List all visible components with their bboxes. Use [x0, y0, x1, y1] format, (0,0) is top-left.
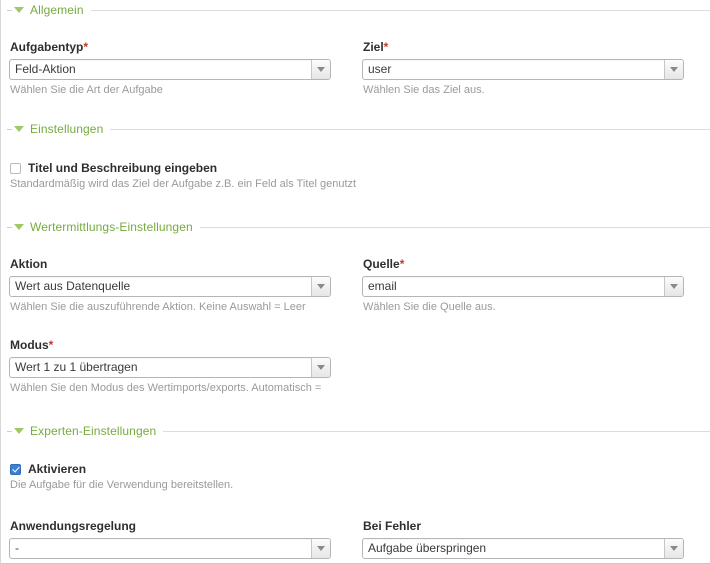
select-value-aufgabentyp: Feld-Aktion [15, 62, 76, 76]
legend-divider [90, 9, 710, 11]
checkbox-titel-beschreibung[interactable] [10, 162, 21, 174]
label-text: Quelle [363, 257, 400, 271]
field-label-modus: Modus* [10, 338, 331, 352]
chevron-down-icon[interactable] [14, 428, 24, 434]
field-hint-modus: Wählen Sie den Modus des Wertimports/exp… [10, 382, 322, 394]
field-label-bei-fehler: Bei Fehler [363, 519, 422, 533]
chevron-down-icon [317, 284, 325, 289]
legend-dash [7, 9, 12, 11]
legend-divider [163, 430, 710, 432]
select-toggle-button-aufgabentyp[interactable] [311, 60, 330, 79]
required-marker: * [383, 40, 389, 54]
select-toggle-button-anwendungsregelung[interactable] [311, 539, 330, 558]
select-toggle-button-ziel[interactable] [664, 60, 683, 79]
chevron-down-icon [670, 67, 678, 72]
field-hint-quelle: Wählen Sie die Quelle aus. [363, 301, 496, 313]
section-legend-experten[interactable]: Experten-Einstellungen [1, 423, 710, 439]
chevron-down-icon [317, 67, 325, 72]
label-text: Modus [10, 338, 49, 352]
legend-divider [199, 226, 710, 228]
field-label-quelle: Quelle* [363, 257, 684, 271]
required-marker: * [83, 40, 89, 54]
chevron-down-icon [317, 365, 325, 370]
select-value-ziel: user [368, 62, 392, 76]
section-legend-allgemein[interactable]: Allgemein [1, 2, 710, 18]
field-aufgabentyp: Aufgabentyp* Feld-Aktion Wählen Sie die … [9, 40, 331, 97]
field-bei-fehler: Bei Fehler Aufgabe überspringen Wählen S… [362, 519, 684, 563]
checkbox-hint-titel-beschreibung: Standardmäßig wird das Ziel der Aufgabe … [10, 178, 357, 190]
section-einstellungen: Einstellungen Titel und Beschreibung ein… [1, 121, 710, 191]
chevron-down-icon[interactable] [14, 224, 24, 230]
label-text: Ziel [363, 40, 384, 54]
section-legend-label: Wertermittlungs-Einstellungen [30, 220, 193, 234]
select-toggle-button-bei-fehler[interactable] [664, 539, 683, 558]
section-legend-wertermittlung[interactable]: Wertermittlungs-Einstellungen [1, 219, 710, 235]
chevron-down-icon [670, 546, 678, 551]
chevron-down-icon[interactable] [14, 126, 24, 132]
field-label-ziel: Ziel* [363, 40, 684, 54]
select-value-quelle: email [368, 279, 397, 293]
select-value-bei-fehler: Aufgabe überspringen [368, 541, 487, 555]
field-label-aktion: Aktion [10, 257, 48, 271]
section-legend-label: Einstellungen [30, 122, 104, 136]
fields-experten: Anwendungsregelung - Erlaubt es diesen J… [1, 519, 710, 563]
checkbox-row-aktivieren[interactable]: Aktivieren [1, 462, 710, 476]
checkbox-group-experten: Aktivieren Die Aufgabe für die Verwendun… [1, 462, 710, 492]
select-toggle-button-aktion[interactable] [311, 277, 330, 296]
select-value-aktion: Wert aus Datenquelle [15, 279, 131, 293]
checkbox-label-titel-beschreibung: Titel und Beschreibung eingeben [28, 161, 218, 175]
label-text: Aufgabentyp [10, 40, 84, 54]
legend-divider [110, 128, 710, 130]
select-quelle[interactable]: email [362, 276, 684, 297]
fields-allgemein: Aufgabentyp* Feld-Aktion Wählen Sie die … [1, 40, 710, 97]
field-hint-ziel: Wählen Sie das Ziel aus. [363, 84, 485, 96]
section-legend-label: Experten-Einstellungen [30, 424, 157, 438]
field-hint-aufgabentyp: Wählen Sie die Art der Aufgabe [10, 84, 163, 96]
field-hint-aktion: Wählen Sie die auszuführende Aktion. Kei… [10, 301, 306, 313]
legend-dash [7, 430, 12, 432]
section-legend-einstellungen[interactable]: Einstellungen [1, 121, 710, 137]
field-modus: Modus* Wert 1 zu 1 übertragen Wählen Sie… [9, 338, 331, 395]
field-label-aufgabentyp: Aufgabentyp* [10, 40, 331, 54]
chevron-down-icon [670, 284, 678, 289]
field-anwendungsregelung: Anwendungsregelung - Erlaubt es diesen J… [9, 519, 331, 563]
select-toggle-button-modus[interactable] [311, 358, 330, 377]
field-quelle: Quelle* email Wählen Sie die Quelle aus. [362, 257, 684, 314]
select-ziel[interactable]: user [362, 59, 684, 80]
task-configuration-form: Allgemein Aufgabentyp* Feld-Aktion Wähle… [0, 0, 710, 564]
select-value-modus: Wert 1 zu 1 übertragen [15, 360, 138, 374]
checkbox-aktivieren[interactable] [10, 463, 21, 475]
chevron-down-icon[interactable] [14, 7, 24, 13]
field-aktion: Aktion Wert aus Datenquelle Wählen Sie d… [9, 257, 331, 314]
checkbox-row-titel-beschreibung[interactable]: Titel und Beschreibung eingeben [1, 161, 710, 175]
section-experten-einstellungen: Experten-Einstellungen Aktivieren Die Au… [1, 423, 710, 563]
legend-dash [7, 226, 12, 228]
field-label-anwendungsregelung: Anwendungsregelung [10, 519, 136, 533]
required-marker: * [399, 257, 405, 271]
select-value-anwendungsregelung: - [15, 541, 19, 555]
legend-dash [7, 128, 12, 130]
section-allgemein: Allgemein Aufgabentyp* Feld-Aktion Wähle… [1, 0, 710, 97]
select-aufgabentyp[interactable]: Feld-Aktion [9, 59, 331, 80]
field-ziel: Ziel* user Wählen Sie das Ziel aus. [362, 40, 684, 97]
select-toggle-button-quelle[interactable] [664, 277, 683, 296]
select-modus[interactable]: Wert 1 zu 1 übertragen [9, 357, 331, 378]
checkbox-label-aktivieren: Aktivieren [28, 462, 87, 476]
select-aktion[interactable]: Wert aus Datenquelle [9, 276, 331, 297]
fields-wertermittlung: Aktion Wert aus Datenquelle Wählen Sie d… [1, 257, 710, 395]
select-anwendungsregelung[interactable]: - [9, 538, 331, 559]
select-bei-fehler[interactable]: Aufgabe überspringen [362, 538, 684, 559]
section-legend-label: Allgemein [30, 3, 84, 17]
section-wertermittlungs-einstellungen: Wertermittlungs-Einstellungen Aktion Wer… [1, 219, 710, 395]
checkbox-hint-aktivieren: Die Aufgabe für die Verwendung bereitste… [10, 479, 234, 491]
required-marker: * [48, 338, 54, 352]
checkbox-group-einstellungen: Titel und Beschreibung eingeben Standard… [1, 161, 710, 191]
chevron-down-icon [317, 546, 325, 551]
